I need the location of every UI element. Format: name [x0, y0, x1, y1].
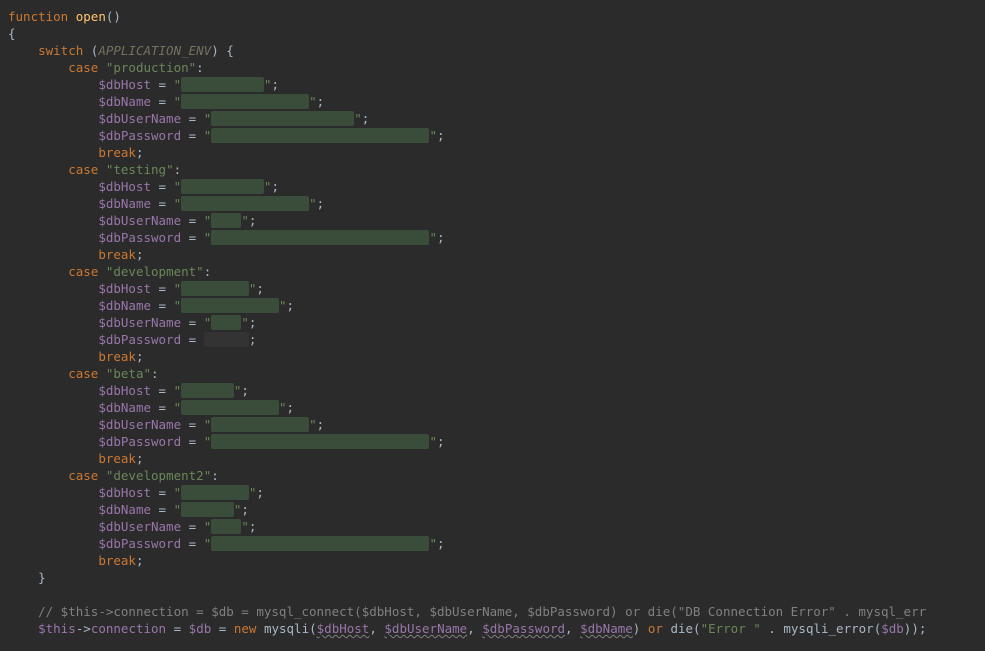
code-block: function open() { switch (APPLICATION_EN… [8, 8, 985, 637]
